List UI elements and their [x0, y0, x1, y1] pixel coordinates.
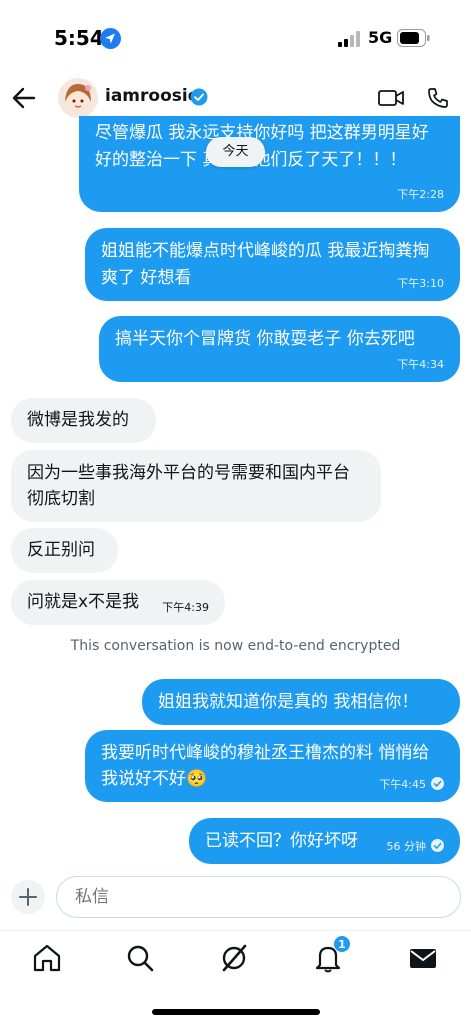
battery-icon — [397, 29, 430, 47]
location-arrow-icon — [100, 28, 121, 49]
encryption-notice: This conversation is now end-to-end encr… — [70, 638, 401, 654]
status-bar: 5:54 5G — [0, 0, 471, 78]
status-time: 5:54 — [54, 26, 104, 50]
message-bubble-sent[interactable]: 我要听时代峰峻的穆祉丞王橹杰的料 悄悄给我说好不好🥺 下午4:45 — [85, 730, 460, 802]
home-icon[interactable] — [30, 941, 64, 975]
plus-icon — [19, 888, 37, 906]
message-timestamp: 下午2:28 — [397, 188, 444, 201]
network-type: 5G — [368, 28, 393, 47]
message-bubble-received[interactable]: 问就是x不是我 下午4:39 — [11, 580, 225, 625]
message-text: 搞半天你个冒牌货 你敢耍老子 你去死吧 — [115, 329, 415, 349]
notifications-badge: 1 — [333, 935, 351, 953]
avatar-illustration-icon — [58, 78, 98, 118]
verified-badge-icon — [190, 88, 208, 106]
message-bubble-received[interactable]: 因为一些事我海外平台的号需要和国内平台彻底切割 — [11, 450, 381, 522]
search-icon[interactable] — [123, 941, 157, 975]
message-text: 问就是x不是我 — [27, 592, 140, 612]
message-timestamp-text: 下午4:45 — [379, 778, 426, 791]
message-text: 因为一些事我海外平台的号需要和国内平台彻底切割 — [27, 463, 350, 509]
message-text: 反正别问 — [27, 540, 95, 560]
grok-icon[interactable] — [217, 941, 251, 975]
message-text: 姐姐我就知道你是真的 我相信你！ — [158, 692, 419, 712]
back-arrow-icon[interactable] — [10, 84, 38, 112]
message-timestamp: 56 分钟 — [386, 839, 444, 854]
message-input[interactable] — [56, 876, 461, 918]
date-divider: 今天 — [206, 137, 265, 167]
bottom-tab-bar — [0, 930, 471, 990]
read-receipt-icon — [431, 839, 444, 852]
message-timestamp-text: 56 分钟 — [386, 840, 427, 853]
phone-call-icon[interactable] — [426, 86, 450, 110]
message-timestamp: 下午4:45 — [379, 777, 444, 792]
message-text: 姐姐能不能爆点时代峰峻的瓜 我最近掏粪掏爽了 好想看 — [101, 241, 430, 288]
contact-name[interactable]: iamroosie — [105, 86, 199, 106]
home-indicator — [152, 1009, 320, 1015]
message-bubble-sent[interactable]: 姐姐我就知道你是真的 我相信你！ — [142, 679, 460, 725]
message-timestamp: 下午3:10 — [397, 277, 444, 290]
avatar[interactable] — [58, 78, 98, 118]
add-media-button[interactable] — [11, 880, 45, 914]
message-bubble-sent[interactable]: 搞半天你个冒牌货 你敢耍老子 你去死吧 下午4:34 — [99, 316, 460, 382]
message-bubble-sent[interactable]: 已读不回？你好坏呀 56 分钟 — [189, 818, 460, 864]
message-timestamp: 下午4:34 — [397, 358, 444, 371]
message-bubble-sent[interactable]: 姐姐能不能爆点时代峰峻的瓜 我最近掏粪掏爽了 好想看 下午3:10 — [85, 228, 460, 301]
message-text: 微博是我发的 — [27, 410, 129, 430]
video-call-icon[interactable] — [377, 86, 405, 110]
message-timestamp: 下午4:39 — [162, 601, 209, 614]
message-bubble-received[interactable]: 微博是我发的 — [11, 398, 156, 443]
cellular-signal-icon — [338, 31, 360, 47]
message-text: 已读不回？你好坏呀 — [205, 831, 358, 851]
message-bubble-sent[interactable]: 尽管爆瓜 我永远支持你好吗 把这群男明星好好的整治一下 真是让他们反了天了！！！… — [79, 116, 460, 212]
messages-envelope-icon[interactable] — [406, 941, 440, 975]
read-receipt-icon — [431, 777, 444, 790]
message-composer — [0, 876, 471, 920]
message-bubble-received[interactable]: 反正别问 — [11, 528, 118, 573]
